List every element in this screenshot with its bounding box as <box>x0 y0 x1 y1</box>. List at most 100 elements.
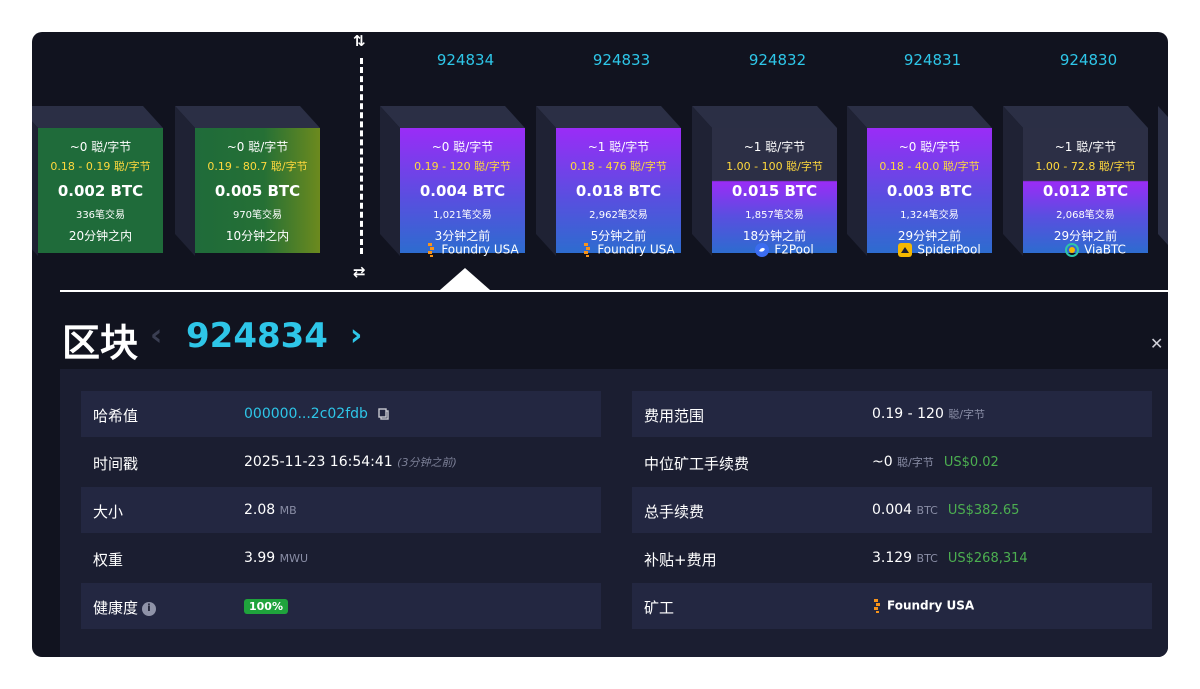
block-tx-count: 2,068笔交易 <box>1056 210 1115 221</box>
page-title: 区块 <box>62 321 139 365</box>
block-total-fees: 0.002 BTC <box>57 182 144 200</box>
projected-block[interactable]: ~0 聪/字节 0.19 - 80.7 聪/字节 0.005 BTC 970笔交… <box>175 106 320 256</box>
block-pool-label[interactable]: F2Pool <box>712 242 857 257</box>
detail-row-weight: 权重 3.99 MWU <box>81 535 601 581</box>
row-value: 0.19 - 120 <box>872 406 944 422</box>
strip-separator <box>60 290 1168 292</box>
health-badge: 100% <box>244 599 288 614</box>
block-pool-label[interactable]: Foundry USA <box>400 242 545 257</box>
mined-block[interactable]: ~0 聪/字节 0.19 - 120 聪/字节 0.004 BTC 1,021笔… <box>380 106 525 256</box>
swap-vertical-icon[interactable]: ⇅ <box>353 32 366 50</box>
row-label: 权重 <box>93 551 124 569</box>
spiderpool-icon <box>898 242 913 257</box>
block-total-fees: 0.005 BTC <box>214 182 301 200</box>
block-tx-count: 2,962笔交易 <box>589 210 648 221</box>
block-detail-panel: 哈希值 000000...2c02fdb 时间戳 2025-11-23 16:5… <box>60 369 1168 657</box>
block-fee-range: 0.19 - 80.7 聪/字节 <box>207 160 308 173</box>
block-eta: 20分钟之内 <box>68 229 133 243</box>
row-label: 补贴+费用 <box>644 551 717 569</box>
block-median-fee: ~1 聪/字节 <box>587 140 650 154</box>
block-median-fee: ~0 聪/字节 <box>226 140 289 154</box>
row-value: 3.99 <box>244 550 276 566</box>
mempool-divider <box>360 58 363 254</box>
foundry-icon <box>428 242 435 257</box>
row-label: 健康度 <box>93 599 139 617</box>
block-fee-range: 0.18 - 0.19 聪/字节 <box>50 160 151 173</box>
row-label: 费用范围 <box>644 407 705 425</box>
block-median-fee: ~1 聪/字节 <box>743 140 806 154</box>
pool-name: Foundry USA <box>441 242 519 257</box>
block-pool-label[interactable]: ViaBTC <box>1023 242 1168 257</box>
copy-icon[interactable] <box>378 408 390 420</box>
block-fee-range: 0.18 - 40.0 聪/字节 <box>879 160 980 173</box>
selected-block-pointer <box>440 268 490 290</box>
block-total-fees: 0.004 BTC <box>419 182 506 200</box>
row-label: 哈希值 <box>93 407 139 425</box>
viabtc-icon <box>1065 242 1080 257</box>
row-label: 总手续费 <box>644 503 705 521</box>
detail-row-miner: 矿工 Foundry USA <box>632 583 1152 629</box>
row-unit: BTC <box>916 504 938 517</box>
pool-name: SpiderPool <box>917 242 981 257</box>
block-pool-label[interactable]: Foundry USA <box>556 242 701 257</box>
detail-row-total-fees: 总手续费 0.004 BTC US$382.65 <box>632 487 1152 533</box>
pool-name: Foundry USA <box>597 242 675 257</box>
miner-link[interactable]: Foundry USA <box>872 598 974 613</box>
chevron-left-icon[interactable]: ‹ <box>150 318 162 353</box>
detail-row-median-fee: 中位矿工手续费 ~0 聪/字节 US$0.02 <box>632 439 1152 485</box>
next-block-edge <box>1158 106 1168 256</box>
row-unit: BTC <box>916 552 938 565</box>
close-icon[interactable]: ✕ <box>1150 334 1163 353</box>
block-median-fee: ~0 聪/字节 <box>431 140 494 154</box>
usd-value: US$268,314 <box>947 551 1028 566</box>
block-fee-range: 0.18 - 476 聪/字节 <box>570 160 667 173</box>
block-height-link[interactable]: 924830 <box>1016 51 1161 69</box>
mempool-app: ~0 聪/字节 0.18 - 0.19 聪/字节 0.002 BTC 336笔交… <box>32 32 1168 657</box>
block-fee-range: 1.00 - 100 聪/字节 <box>726 160 823 173</box>
block-tx-count: 1,857笔交易 <box>745 210 804 221</box>
block-height-link[interactable]: 924833 <box>549 51 694 69</box>
detail-row-timestamp: 时间戳 2025-11-23 16:54:41 (3分钟之前) <box>81 439 601 485</box>
detail-row-subsidy-fees: 补贴+费用 3.129 BTC US$268,314 <box>632 535 1152 581</box>
foundry-icon <box>584 242 591 257</box>
row-label: 时间戳 <box>93 455 139 473</box>
block-height-link[interactable]: 924831 <box>860 51 1005 69</box>
usd-value: US$0.02 <box>943 455 999 470</box>
mined-block[interactable]: ~0 聪/字节 0.18 - 40.0 聪/字节 0.003 BTC 1,324… <box>847 106 992 256</box>
info-icon[interactable]: i <box>142 601 157 616</box>
row-label: 中位矿工手续费 <box>644 455 750 473</box>
block-height-link[interactable]: 924832 <box>705 51 850 69</box>
mined-block[interactable]: ~1 聪/字节 0.18 - 476 聪/字节 0.018 BTC 2,962笔… <box>536 106 681 256</box>
detail-row-hash: 哈希值 000000...2c02fdb <box>81 391 601 437</box>
block-eta: 10分钟之内 <box>225 229 290 243</box>
row-unit: 聪/字节 <box>948 408 986 421</box>
row-value: 2025-11-23 16:54:41 <box>244 454 393 470</box>
chevron-right-icon[interactable]: › <box>350 318 362 353</box>
mined-block[interactable]: ~1 聪/字节 1.00 - 72.8 聪/字节 0.012 BTC 2,068… <box>1003 106 1148 256</box>
projected-block[interactable]: ~0 聪/字节 0.18 - 0.19 聪/字节 0.002 BTC 336笔交… <box>32 106 163 256</box>
block-tx-count: 336笔交易 <box>75 210 126 221</box>
row-value: 0.004 <box>872 502 913 518</box>
block-hash-link[interactable]: 000000...2c02fdb <box>244 406 368 422</box>
detail-row-fee-range: 费用范围 0.19 - 120 聪/字节 <box>632 391 1152 437</box>
block-tx-count: 1,324笔交易 <box>900 210 959 221</box>
block-median-fee: ~0 聪/字节 <box>898 140 961 154</box>
swap-horizontal-icon[interactable]: ⇄ <box>353 263 366 281</box>
block-fee-range: 0.19 - 120 聪/字节 <box>414 160 511 173</box>
block-pool-label[interactable]: SpiderPool <box>867 242 1012 257</box>
row-value: 2.08 <box>244 502 276 518</box>
block-height: 924834 <box>186 316 328 356</box>
miner-name: Foundry USA <box>887 598 975 613</box>
detail-row-health: 健康度 i 100% <box>81 583 601 629</box>
block-strip: ~0 聪/字节 0.18 - 0.19 聪/字节 0.002 BTC 336笔交… <box>32 32 1168 294</box>
usd-value: US$382.65 <box>947 503 1020 518</box>
block-tx-count: 1,021笔交易 <box>433 210 492 221</box>
block-height-link[interactable]: 924834 <box>393 51 538 69</box>
mined-block[interactable]: ~1 聪/字节 1.00 - 100 聪/字节 0.015 BTC 1,857笔… <box>692 106 837 256</box>
time-ago: (3分钟之前) <box>397 456 457 469</box>
row-unit: MWU <box>279 552 309 565</box>
row-unit: 聪/字节 <box>897 456 934 469</box>
detail-row-size: 大小 2.08 MB <box>81 487 601 533</box>
block-fee-range: 1.00 - 72.8 聪/字节 <box>1035 160 1136 173</box>
block-total-fees: 0.012 BTC <box>1042 182 1129 200</box>
